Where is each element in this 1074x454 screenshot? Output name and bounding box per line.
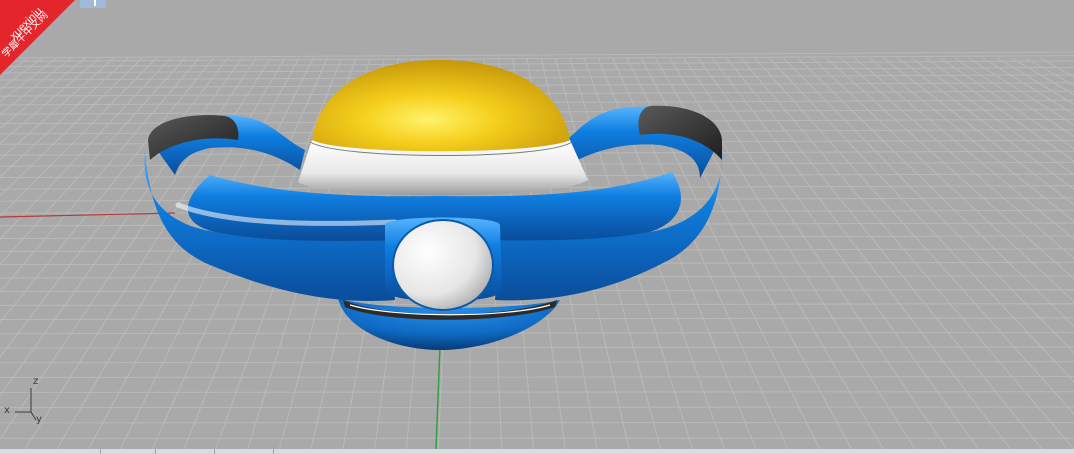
viewport-tab-2[interactable] [101, 449, 156, 454]
viewport-tab-1[interactable] [0, 449, 101, 454]
perspective-viewport[interactable]: xuexiniu 学犀牛中文网 [0, 0, 1074, 454]
front-round-button[interactable] [392, 219, 494, 311]
grid-line [0, 391, 1074, 393]
viewport-title-marker [94, 0, 96, 6]
axis-widget-x-label: x [4, 405, 10, 416]
axis-widget-y-label: y [36, 414, 42, 425]
viewport-tab-3[interactable] [156, 449, 215, 454]
viewport-tab-4[interactable] [215, 449, 274, 454]
axis-widget-z-label: z [33, 376, 39, 387]
viewport-title-tab[interactable] [80, 0, 106, 8]
grid-line [0, 406, 1074, 409]
viewport-canvas[interactable]: xuexiniu 学犀牛中文网 [0, 0, 1074, 454]
